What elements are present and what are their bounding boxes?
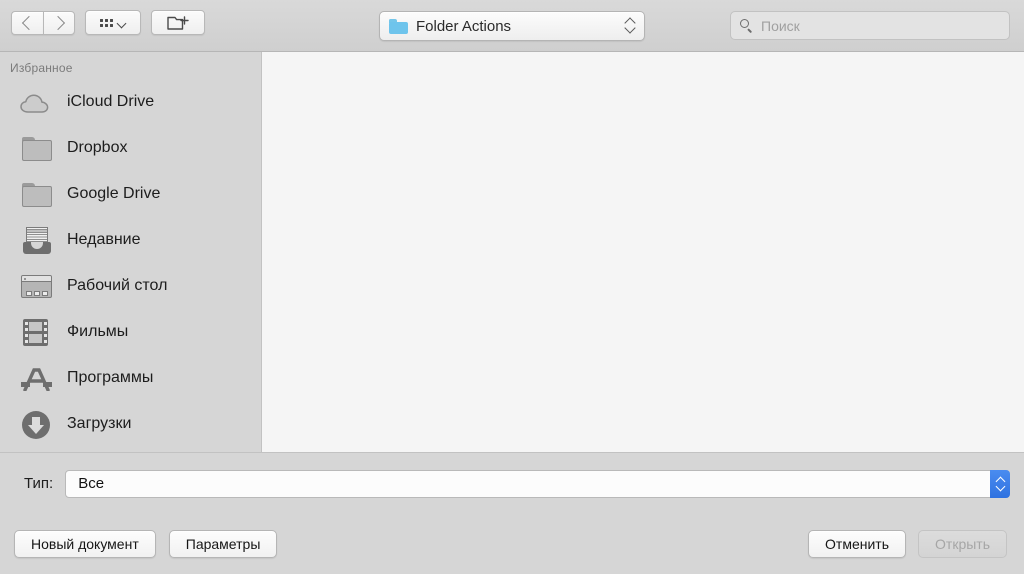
options-button[interactable]: Параметры bbox=[168, 530, 278, 558]
sidebar-item-label: Рабочий стол bbox=[67, 277, 168, 294]
sidebar[interactable]: Избранное iCloud Drive Dropbox Google Dr… bbox=[0, 52, 262, 452]
sidebar-item-desktop[interactable]: Рабочий стол bbox=[0, 263, 261, 309]
film-strip-icon bbox=[18, 317, 54, 347]
file-type-label: Тип: bbox=[24, 475, 54, 492]
file-open-dialog: Folder Actions Поиск Избранное iCloud Dr… bbox=[0, 0, 1024, 574]
search-input[interactable]: Поиск bbox=[730, 11, 1010, 40]
forward-button[interactable] bbox=[43, 10, 75, 35]
sidebar-item-label: Программы bbox=[67, 369, 154, 386]
up-down-chevron-icon bbox=[996, 476, 1005, 492]
sidebar-item-label: Загрузки bbox=[67, 415, 132, 432]
folder-icon bbox=[18, 133, 54, 163]
file-type-select[interactable]: Все bbox=[65, 469, 1010, 498]
file-type-filter-row: Тип: Все bbox=[0, 452, 1024, 514]
recents-tray-icon bbox=[18, 225, 54, 255]
sidebar-item-label: Недавние bbox=[67, 231, 141, 248]
cancel-button[interactable]: Отменить bbox=[808, 530, 907, 558]
search-placeholder: Поиск bbox=[761, 17, 800, 34]
sidebar-item-recents[interactable]: Недавние bbox=[0, 217, 261, 263]
navigation-button-group bbox=[11, 10, 75, 35]
sidebar-item-label: iCloud Drive bbox=[67, 93, 155, 110]
view-options-button[interactable] bbox=[85, 10, 141, 35]
current-folder-label: Folder Actions bbox=[416, 17, 512, 35]
new-document-button[interactable]: Новый документ bbox=[14, 530, 156, 558]
toolbar-left-controls bbox=[11, 10, 205, 35]
chevron-right-icon bbox=[50, 15, 65, 30]
sidebar-item-icloud-drive[interactable]: iCloud Drive bbox=[0, 79, 261, 125]
back-button[interactable] bbox=[11, 10, 43, 35]
grid-view-icon bbox=[100, 18, 113, 27]
footer-left-buttons: Новый документ Параметры bbox=[14, 530, 278, 558]
sidebar-section-header: Избранное bbox=[10, 61, 73, 75]
folder-icon bbox=[18, 179, 54, 209]
sidebar-item-dropbox[interactable]: Dropbox bbox=[0, 125, 261, 171]
new-folder-icon bbox=[167, 15, 189, 30]
chevron-left-icon bbox=[21, 15, 37, 30]
sidebar-item-downloads[interactable]: Загрузки bbox=[0, 401, 261, 447]
file-list-area[interactable] bbox=[262, 52, 1024, 452]
path-popup-button[interactable]: Folder Actions bbox=[379, 11, 645, 41]
file-type-value: Все bbox=[78, 475, 105, 492]
file-type-stepper[interactable] bbox=[990, 469, 1010, 498]
desktop-window-icon bbox=[18, 271, 54, 301]
chevron-down-icon bbox=[117, 20, 126, 26]
cloud-icon bbox=[18, 87, 54, 117]
open-button: Открыть bbox=[918, 530, 1007, 558]
blue-folder-icon bbox=[389, 18, 408, 34]
sidebar-item-label: Фильмы bbox=[67, 323, 129, 340]
sidebar-item-applications[interactable]: Программы bbox=[0, 355, 261, 401]
dialog-body: Избранное iCloud Drive Dropbox Google Dr… bbox=[0, 52, 1024, 452]
sidebar-item-label: Dropbox bbox=[67, 139, 128, 156]
toolbar: Folder Actions Поиск bbox=[0, 0, 1024, 52]
search-icon bbox=[740, 18, 754, 33]
applications-icon bbox=[18, 363, 54, 393]
sidebar-item-movies[interactable]: Фильмы bbox=[0, 309, 261, 355]
new-folder-button[interactable] bbox=[151, 10, 205, 35]
downloads-arrow-icon bbox=[18, 409, 54, 439]
up-down-chevron-icon bbox=[625, 17, 636, 35]
footer-right-buttons: Отменить Открыть bbox=[808, 530, 1007, 558]
sidebar-item-label: Google Drive bbox=[67, 185, 161, 202]
dialog-footer: Новый документ Параметры Отменить Открыт… bbox=[0, 514, 1024, 574]
sidebar-item-google-drive[interactable]: Google Drive bbox=[0, 171, 261, 217]
